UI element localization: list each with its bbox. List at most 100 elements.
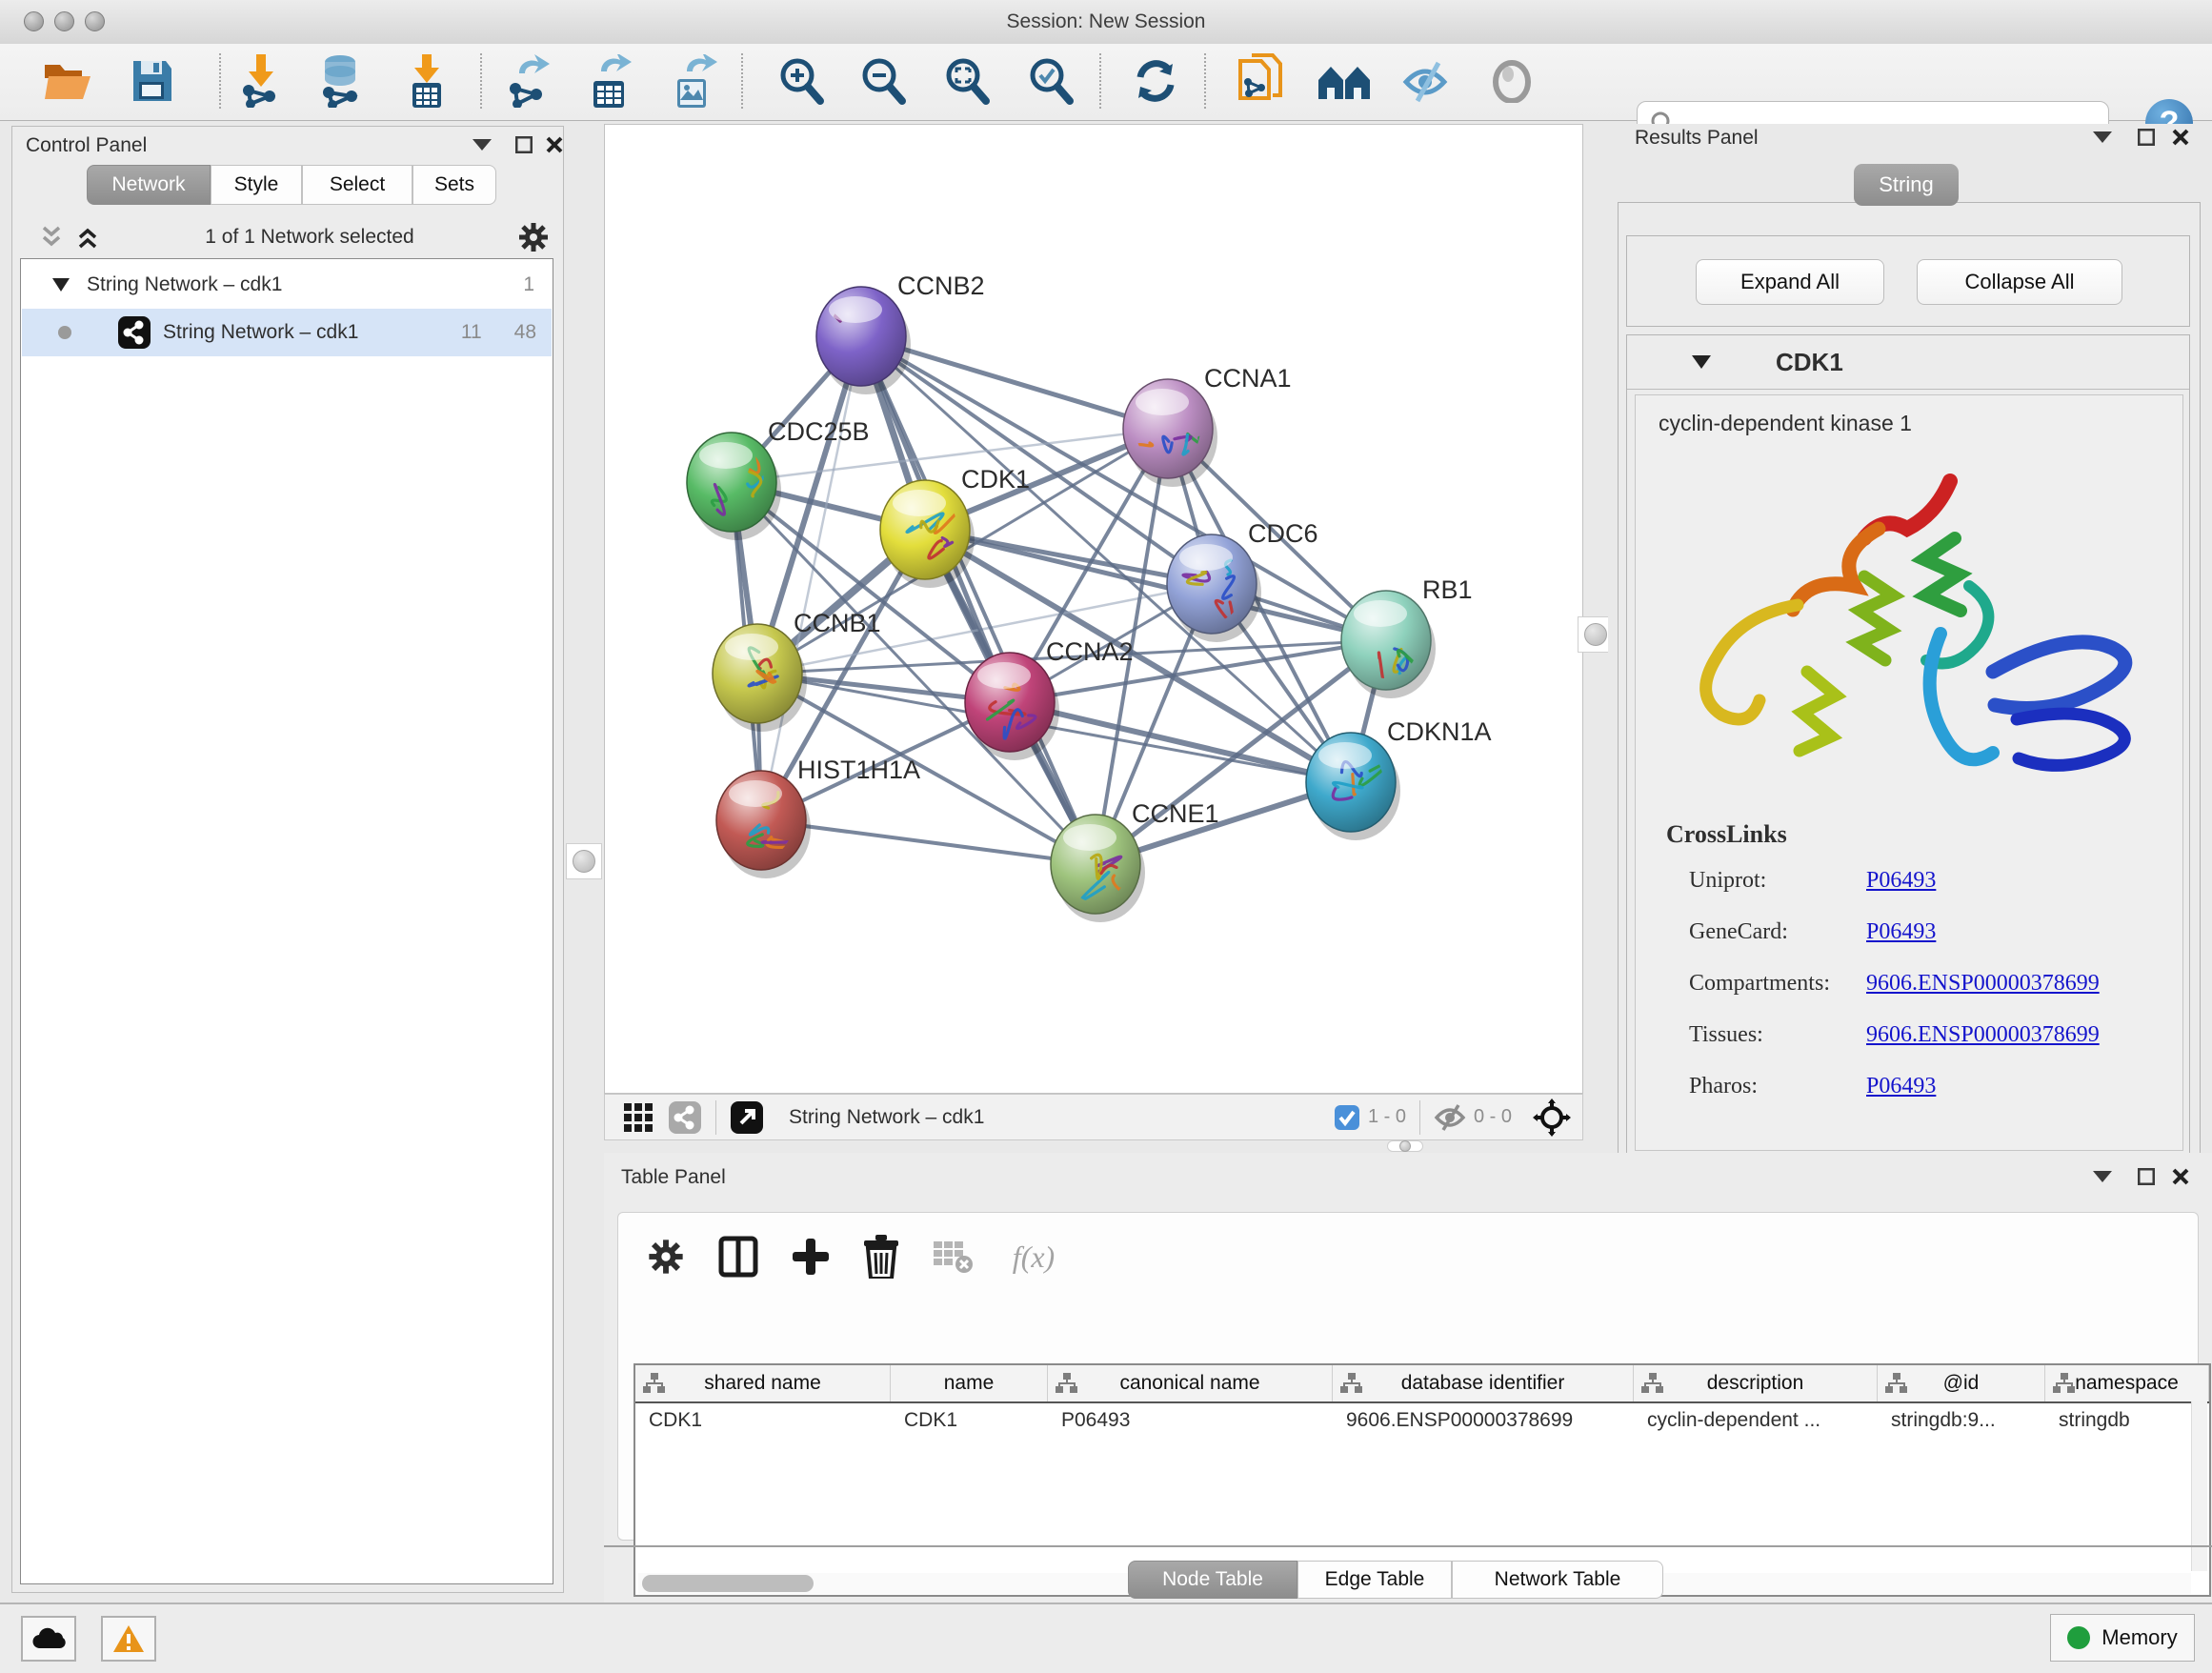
import-network-database-icon[interactable]: [312, 51, 368, 111]
function-builder-icon[interactable]: f(x): [995, 1232, 1072, 1281]
network-node-HIST1H1A[interactable]: HIST1H1A: [716, 756, 920, 878]
refresh-icon[interactable]: [1128, 51, 1183, 111]
hidden-eye-icon[interactable]: [1434, 1103, 1466, 1132]
panel-close-icon[interactable]: [2168, 125, 2193, 150]
tab-node-table[interactable]: Node Table: [1128, 1561, 1297, 1599]
hide-selection-eye-icon[interactable]: [1400, 51, 1456, 111]
network-collection-row[interactable]: String Network – cdk1 1: [22, 261, 552, 309]
column-header-name[interactable]: name: [891, 1365, 1048, 1401]
network-node-CDC25B[interactable]: CDC25B: [687, 417, 870, 540]
crosslink-uniprot-link[interactable]: P06493: [1866, 868, 1936, 894]
panel-float-icon[interactable]: [2134, 125, 2159, 150]
table-cell[interactable]: P06493: [1048, 1403, 1333, 1438]
tab-select[interactable]: Select: [302, 165, 412, 205]
crosslink-compartments-link[interactable]: 9606.ENSP00000378699: [1866, 971, 2100, 997]
pan-crosshair-icon[interactable]: [1533, 1099, 1571, 1137]
show-all-eye-icon[interactable]: [1484, 51, 1539, 111]
network-edge[interactable]: [761, 820, 1096, 864]
export-image-icon[interactable]: [665, 51, 720, 111]
network-canvas[interactable]: CCNB2CCNA1CDC25BCDK1CDC6RB1CCNB1CCNA2CDK…: [604, 124, 1583, 1094]
crosslink-pharos-link[interactable]: P06493: [1866, 1074, 1936, 1099]
tab-style[interactable]: Style: [211, 165, 302, 205]
import-table-icon[interactable]: [398, 51, 453, 111]
table-cell[interactable]: cyclin-dependent ...: [1634, 1403, 1878, 1438]
expand-all-chevron-icon[interactable]: [73, 226, 102, 249]
create-column-plus-icon[interactable]: [786, 1232, 835, 1281]
tab-sets[interactable]: Sets: [412, 165, 496, 205]
zoom-out-icon[interactable]: [855, 51, 911, 111]
memory-button[interactable]: Memory: [2050, 1614, 2195, 1662]
birds-eye-view-icon[interactable]: [668, 1100, 702, 1135]
collapse-all-chevron-icon[interactable]: [37, 226, 66, 249]
expand-all-button[interactable]: Expand All: [1696, 259, 1884, 305]
panel-float-icon[interactable]: [2134, 1164, 2159, 1189]
export-network-icon[interactable]: [499, 51, 554, 111]
section-collapse-icon[interactable]: [1692, 355, 1711, 369]
network-node-RB1[interactable]: RB1: [1341, 575, 1473, 698]
open-session-icon[interactable]: [40, 51, 95, 111]
panel-close-icon[interactable]: [2168, 1164, 2193, 1189]
copy-share-document-icon[interactable]: [1233, 51, 1288, 111]
column-header-namespace[interactable]: namespace: [2045, 1365, 2209, 1401]
tab-edge-table[interactable]: Edge Table: [1297, 1561, 1452, 1599]
collapse-all-button[interactable]: Collapse All: [1917, 259, 2122, 305]
table-cell[interactable]: CDK1: [635, 1403, 891, 1438]
panel-menu-icon[interactable]: [2090, 125, 2115, 150]
panel-float-icon[interactable]: [512, 132, 536, 157]
tree-expand-icon[interactable]: [52, 278, 70, 292]
network-node-CDKN1A[interactable]: CDKN1A: [1306, 717, 1492, 840]
open-in-window-icon[interactable]: [730, 1100, 764, 1135]
column-header-canonical-name[interactable]: canonical name: [1048, 1365, 1333, 1401]
zoom-in-icon[interactable]: [774, 51, 829, 111]
vertical-divider-left[interactable]: [564, 126, 604, 1593]
network-edge[interactable]: [1010, 702, 1351, 782]
crosslink-tissues-link[interactable]: 9606.ENSP00000378699: [1866, 1022, 2100, 1048]
column-header--id[interactable]: @id: [1878, 1365, 2045, 1401]
table-toolbar-box: f(x) shared namenamecanonical namedataba…: [617, 1212, 2199, 1541]
network-edge[interactable]: [861, 336, 1096, 864]
tab-network[interactable]: Network: [87, 165, 211, 205]
network-node-CDC6[interactable]: CDC6: [1167, 519, 1318, 642]
table-options-gear-icon[interactable]: [641, 1232, 691, 1281]
horizontal-divider-handle[interactable]: [1387, 1140, 1423, 1152]
network-options-gear-icon[interactable]: [517, 221, 550, 253]
grid-view-icon[interactable]: [622, 1101, 654, 1134]
table-cell[interactable]: stringdb: [2045, 1403, 2209, 1438]
network-edge[interactable]: [761, 336, 861, 820]
import-network-file-icon[interactable]: [232, 51, 288, 111]
network-node-CDK1[interactable]: CDK1: [880, 465, 1030, 588]
table-cell[interactable]: CDK1: [891, 1403, 1048, 1438]
divider-handle[interactable]: [566, 843, 602, 879]
delete-table-icon[interactable]: [929, 1232, 978, 1281]
crosslink-genecard-link[interactable]: P06493: [1866, 919, 1936, 945]
network-row-selected[interactable]: String Network – cdk1 11 48: [22, 309, 552, 356]
column-header-shared-name[interactable]: shared name: [635, 1365, 891, 1401]
selected-checkbox-icon[interactable]: [1334, 1104, 1360, 1131]
save-session-icon[interactable]: [124, 51, 179, 111]
network-node-CCNB2[interactable]: CCNB2: [810, 272, 985, 394]
table-panel: Table Panel f(x) shared namenamecanonica…: [604, 1153, 2212, 1602]
column-header-database-identifier[interactable]: database identifier: [1333, 1365, 1634, 1401]
scrollbar-thumb[interactable]: [642, 1575, 814, 1592]
network-node-CCNB1[interactable]: CCNB1: [713, 609, 881, 732]
zoom-selected-icon[interactable]: [1023, 51, 1078, 111]
tab-string[interactable]: String: [1854, 164, 1959, 206]
column-header-description[interactable]: description: [1634, 1365, 1878, 1401]
show-columns-icon[interactable]: [714, 1232, 763, 1281]
zoom-fit-icon[interactable]: [939, 51, 995, 111]
panel-menu-icon[interactable]: [470, 132, 494, 157]
panel-menu-icon[interactable]: [2090, 1164, 2115, 1189]
table-cell[interactable]: stringdb:9...: [1878, 1403, 2045, 1438]
home-networks-icon[interactable]: [1317, 51, 1372, 111]
export-table-icon[interactable]: [581, 51, 636, 111]
gene-section-header[interactable]: CDK1: [1627, 335, 2189, 390]
table-cell[interactable]: 9606.ENSP00000378699: [1333, 1403, 1634, 1438]
table-row[interactable]: CDK1CDK1P064939606.ENSP00000378699cyclin…: [635, 1403, 2209, 1438]
network-canvas-svg[interactable]: CCNB2CCNA1CDC25BCDK1CDC6RB1CCNB1CCNA2CDK…: [605, 125, 1582, 1093]
cloud-status-button[interactable]: [21, 1616, 76, 1662]
network-node-CCNA1[interactable]: CCNA1: [1123, 364, 1292, 487]
warning-status-button[interactable]: [101, 1616, 156, 1662]
delete-column-trash-icon[interactable]: [856, 1232, 906, 1281]
tab-network-table[interactable]: Network Table: [1452, 1561, 1663, 1599]
table-header-row[interactable]: shared namenamecanonical namedatabase id…: [635, 1365, 2209, 1403]
